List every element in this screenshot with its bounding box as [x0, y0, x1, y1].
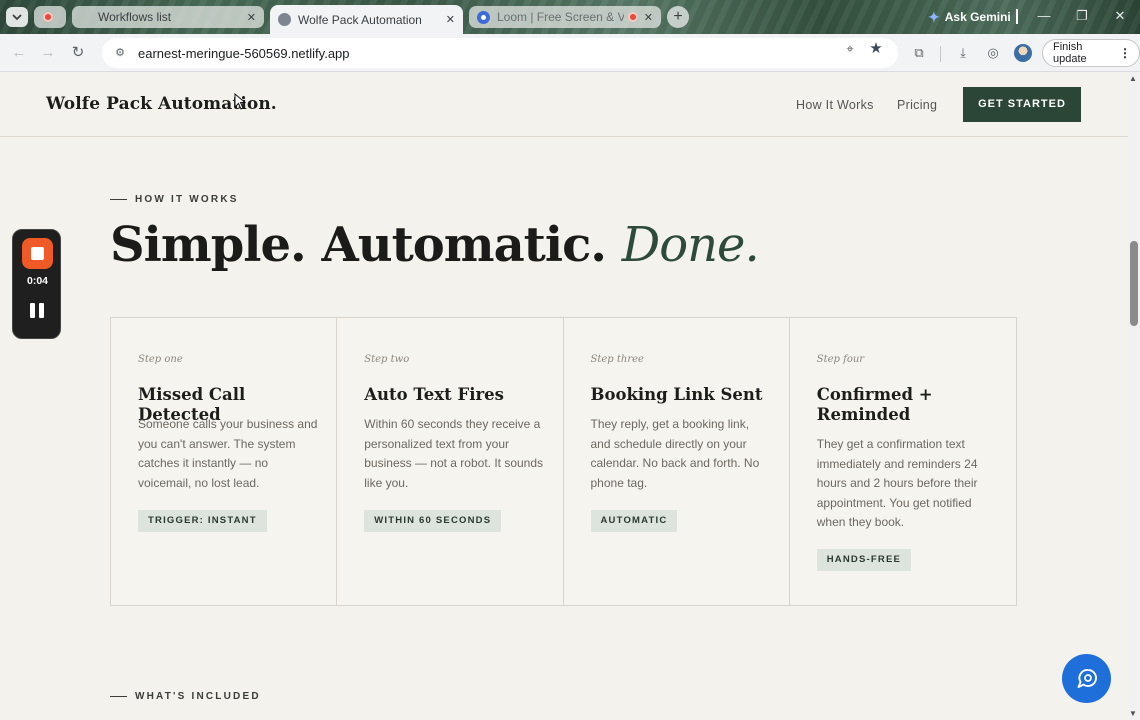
eyebrow-rule: [110, 696, 127, 697]
get-started-button[interactable]: GET STARTED: [963, 87, 1081, 122]
section-eyebrow: WHAT'S INCLUDED: [110, 691, 261, 702]
recording-dot-icon: [43, 12, 53, 22]
new-tab-button[interactable]: +: [667, 6, 689, 28]
media-control-icon[interactable]: ◎: [984, 44, 1002, 62]
nav-link-pricing[interactable]: Pricing: [897, 98, 937, 112]
step-title: Auto Text Fires: [364, 385, 504, 404]
eyebrow-text: HOW IT WORKS: [135, 194, 239, 205]
browser-tab-strip: Workflows list ✕ Wolfe Pack Automation ✕…: [0, 0, 1140, 34]
step-kicker: Step two: [364, 354, 410, 365]
reload-icon[interactable]: ↻: [68, 43, 88, 63]
step-tag: HANDS-FREE: [816, 549, 912, 571]
step-card: Step two Auto Text Fires Within 60 secon…: [337, 318, 564, 605]
step-description: Someone calls your business and you can'…: [138, 417, 318, 490]
eyebrow-text: WHAT'S INCLUDED: [135, 691, 261, 702]
gemini-label: Ask Gemini: [944, 10, 1011, 24]
tab-workflows-list[interactable]: Workflows list ✕: [72, 6, 264, 28]
step-title: Confirmed + Reminded: [816, 385, 933, 424]
step-description: They get a confirmation text immediately…: [816, 437, 978, 529]
browser-toolbar: ← → ↻ ⚙ earnest-meringue-560569.netlify.…: [0, 34, 1140, 72]
recording-dot-icon: [627, 12, 638, 22]
step-description: Within 60 seconds they receive a persona…: [364, 417, 544, 490]
close-icon[interactable]: ✕: [247, 11, 256, 24]
step-tag: TRIGGER: INSTANT: [138, 510, 267, 532]
location-pin-icon[interactable]: ⌖: [842, 41, 858, 57]
step-tag: WITHIN 60 SECONDS: [364, 510, 502, 532]
section-eyebrow: HOW IT WORKS: [110, 194, 239, 205]
chat-bubble-icon: [1077, 668, 1097, 688]
back-arrow-icon[interactable]: ←: [9, 43, 29, 63]
ask-gemini-button[interactable]: ✦ Ask Gemini: [922, 6, 1021, 28]
close-icon[interactable]: ✕: [644, 11, 653, 24]
bookmark-star-icon[interactable]: ★: [868, 41, 884, 57]
chat-button[interactable]: [1062, 654, 1111, 703]
nav-link-how-it-works[interactable]: How It Works: [796, 98, 874, 112]
download-icon[interactable]: ⤓: [954, 44, 972, 62]
recording-timer: 0:04: [26, 275, 48, 287]
step-kicker: Step four: [816, 354, 865, 365]
gemini-sparkle-icon: ✦: [928, 8, 940, 25]
tab-loom[interactable]: Loom | Free Screen & Video ✕: [469, 6, 661, 28]
pause-icon[interactable]: [30, 303, 44, 318]
tab-wolfe-pack-automation[interactable]: Wolfe Pack Automation ✕: [270, 5, 463, 34]
tab-label: Wolfe Pack Automation: [298, 12, 422, 27]
restore-icon[interactable]: ❐: [1072, 8, 1092, 24]
eyebrow-rule: [110, 199, 127, 200]
step-card: Step four Confirmed + Reminded They get …: [790, 318, 1016, 605]
tab-label: Loom | Free Screen & Video: [497, 10, 624, 24]
page-viewport: Wolfe Pack Automation. How It Works Pric…: [0, 72, 1128, 720]
mouse-cursor-icon: [234, 93, 246, 110]
stop-icon[interactable]: [22, 238, 53, 269]
scrollbar-thumb[interactable]: [1130, 241, 1138, 326]
tab-label: Workflows list: [98, 10, 172, 24]
url-text[interactable]: earnest-meringue-560569.netlify.app: [138, 46, 350, 61]
loom-icon: [477, 10, 490, 24]
step-tag: AUTOMATIC: [590, 510, 678, 532]
step-card: Step three Booking Link Sent They reply,…: [564, 318, 790, 605]
scroll-down-arrow-icon[interactable]: ▼: [1129, 709, 1137, 718]
scroll-up-arrow-icon[interactable]: ▲: [1129, 74, 1137, 83]
tab-search-button[interactable]: [6, 7, 28, 27]
step-description: They reply, get a booking link, and sche…: [590, 417, 760, 490]
site-info-icon[interactable]: ⚙: [112, 45, 128, 61]
address-bar[interactable]: ⚙ earnest-meringue-560569.netlify.app: [102, 38, 898, 68]
step-kicker: Step three: [590, 354, 644, 365]
chevron-down-icon: [12, 13, 22, 20]
more-menu-icon[interactable]: ⋮: [1119, 46, 1131, 60]
forward-arrow-icon[interactable]: →: [38, 43, 58, 63]
tab-recording[interactable]: [34, 6, 66, 28]
steps-grid: Step one Missed Call Detected Someone ca…: [110, 317, 1017, 606]
close-icon[interactable]: ✕: [446, 13, 455, 26]
page-scrollbar[interactable]: [1128, 72, 1140, 720]
extensions-puzzle-icon[interactable]: ⧉: [910, 44, 928, 62]
title-main: Simple. Automatic.: [110, 217, 607, 273]
close-window-icon[interactable]: ✕: [1110, 8, 1130, 24]
finish-update-label: Finish update: [1053, 41, 1087, 65]
profile-avatar[interactable]: [1014, 44, 1032, 62]
step-title: Booking Link Sent: [590, 385, 763, 404]
divider: [1016, 9, 1018, 24]
globe-icon: [278, 13, 291, 26]
finish-update-button[interactable]: Finish update ⋮: [1042, 39, 1140, 67]
section-title: Simple. Automatic. Done.: [110, 217, 760, 273]
step-card: Step one Missed Call Detected Someone ca…: [111, 318, 338, 605]
minimize-icon[interactable]: —: [1034, 8, 1054, 23]
divider: [940, 46, 941, 62]
step-kicker: Step one: [138, 354, 183, 365]
title-accent: Done.: [621, 217, 760, 273]
loom-recorder-widget: 0:04: [12, 229, 61, 339]
site-header: Wolfe Pack Automation. How It Works Pric…: [0, 72, 1128, 137]
